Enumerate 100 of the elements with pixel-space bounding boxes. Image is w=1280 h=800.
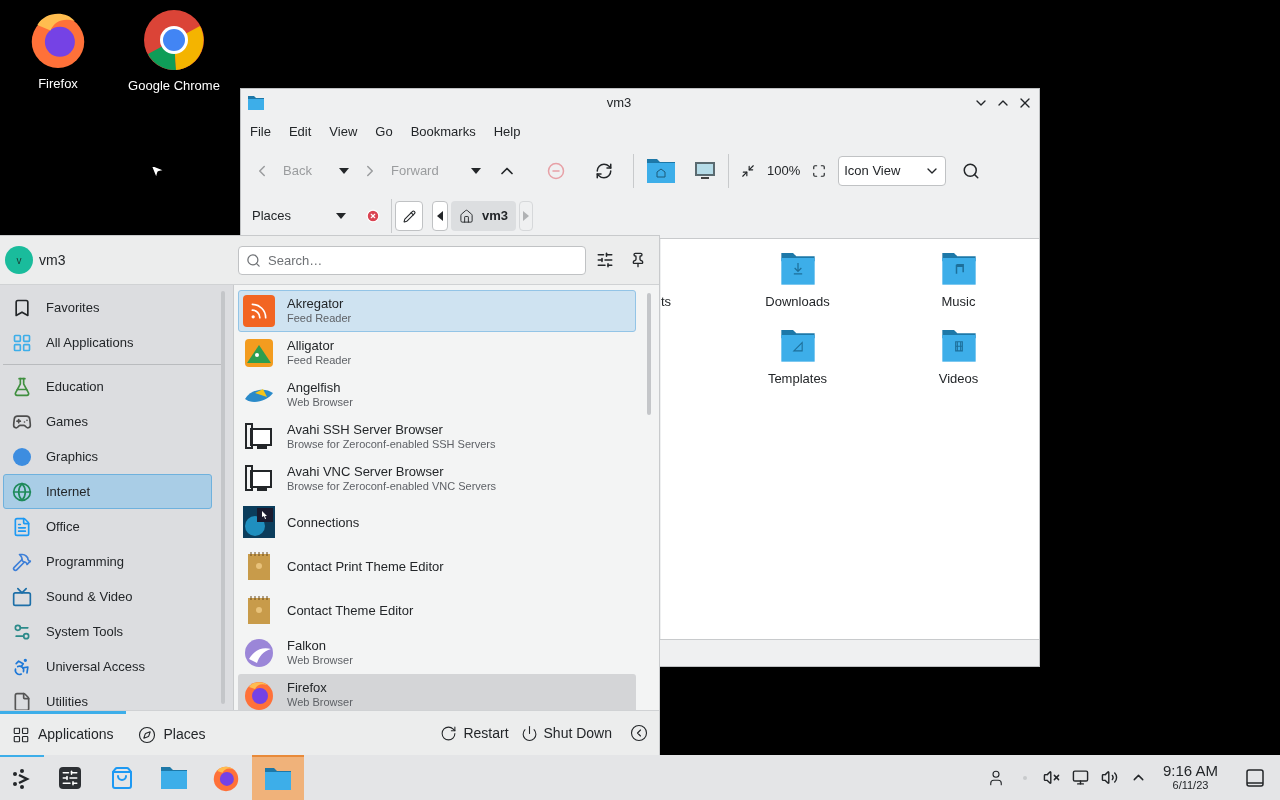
app-description: Web Browser — [287, 395, 353, 410]
folder-icon — [264, 766, 292, 791]
power-icon — [520, 724, 538, 742]
breadcrumb-button[interactable]: vm3 — [451, 201, 517, 231]
pin-icon[interactable] — [630, 252, 646, 268]
browser-icon[interactable] — [142, 8, 206, 72]
volume-icon[interactable] — [1100, 769, 1118, 786]
folder-icon — [247, 94, 265, 111]
muted-speaker-icon[interactable] — [1042, 769, 1060, 786]
clock[interactable]: 9:16 AM 6/11/23 — [1162, 763, 1218, 792]
grid-icon — [12, 332, 32, 353]
scroll-left-button[interactable] — [432, 201, 448, 231]
shut-down-button[interactable]: Shut Down — [514, 722, 618, 744]
app-item[interactable]: Avahi SSH Server Browser Browse for Zeroconf-enabled SSH Servers — [238, 416, 636, 458]
monitor-icon[interactable] — [694, 161, 716, 181]
firefox-icon — [243, 679, 275, 710]
reload-icon[interactable] — [595, 162, 613, 180]
app-description: Browse for Zeroconf-enabled SSH Servers — [287, 437, 496, 452]
bookmark-icon — [12, 297, 32, 318]
app-name: Firefox — [287, 680, 328, 695]
back-icon[interactable] — [630, 724, 648, 742]
menu-item[interactable]: View — [329, 122, 358, 142]
category-item[interactable]: System Tools — [3, 614, 212, 649]
app-item[interactable]: Contact Print Theme Editor — [238, 544, 636, 588]
category-item[interactable]: Education — [3, 369, 212, 404]
app-item[interactable]: Connections — [238, 500, 636, 544]
app-description: Web Browser — [287, 653, 353, 668]
hammer-icon — [12, 551, 32, 572]
menu-item[interactable]: File — [250, 122, 271, 142]
search-field[interactable]: Search… — [238, 245, 586, 275]
restart-button[interactable]: Restart — [434, 722, 515, 744]
app-item[interactable]: Avahi VNC Server Browser Browse for Zeroconf-enabled VNC Servers — [238, 458, 636, 500]
edit-location-button[interactable] — [395, 201, 423, 231]
file-icon — [12, 691, 32, 712]
file-name[interactable]: Music — [941, 292, 976, 312]
configure-icon[interactable] — [596, 251, 614, 269]
network-icon[interactable] — [1071, 769, 1089, 786]
monitor-icon — [12, 586, 32, 607]
category-item[interactable]: Graphics — [3, 439, 212, 474]
show-desktop-icon[interactable] — [1246, 768, 1264, 787]
category-item[interactable]: Office — [3, 509, 212, 544]
search-icon[interactable] — [962, 162, 981, 180]
category-item[interactable]: Favorites — [3, 290, 212, 325]
app-name: Avahi SSH Server Browser — [287, 422, 444, 437]
connections-icon — [243, 506, 275, 538]
scrollbar[interactable] — [647, 293, 651, 415]
category-item[interactable]: Universal Access — [3, 649, 212, 684]
desktop-icon-label: Firefox — [38, 75, 78, 93]
accessibility-icon — [12, 656, 32, 677]
menu-item[interactable]: Bookmarks — [410, 122, 476, 142]
app-item[interactable]: Angelfish Web Browser — [238, 374, 636, 416]
app-item[interactable]: Falkon Web Browser — [238, 632, 636, 674]
panel-title: Places — [252, 207, 293, 226]
app-description: Feed Reader — [287, 311, 352, 326]
caret-icon — [336, 213, 346, 219]
category-item[interactable]: Programming — [3, 544, 212, 579]
app-description: Web Browser — [287, 695, 353, 710]
app-description: Feed Reader — [287, 353, 352, 368]
category-item[interactable]: Sound & Video — [3, 579, 212, 614]
close-panel-icon[interactable] — [366, 209, 380, 223]
file-name[interactable]: Downloads — [765, 292, 830, 312]
app-name: Connections — [287, 514, 360, 530]
app-name: Angelfish — [287, 380, 342, 395]
grid-icon — [12, 725, 30, 744]
app-item[interactable]: Contact Theme Editor — [238, 588, 636, 632]
caret-icon — [437, 211, 443, 221]
file-name[interactable]: ts — [661, 292, 672, 312]
caret-icon — [523, 211, 530, 221]
falkon-icon — [243, 637, 275, 669]
alligator-icon — [243, 337, 275, 369]
category-item[interactable]: Games — [3, 404, 212, 439]
sphere-icon — [12, 446, 32, 467]
compass-icon — [137, 725, 156, 744]
app-item[interactable]: Alligator Feed Reader — [238, 332, 636, 374]
category-item[interactable]: Internet — [3, 474, 212, 509]
app-description: Browse for Zeroconf-enabled VNC Servers — [287, 479, 497, 494]
home-folder-icon[interactable] — [646, 158, 676, 184]
pencil-icon — [402, 209, 416, 223]
file-name[interactable]: Videos — [938, 368, 979, 388]
menu-item[interactable]: Help — [493, 122, 521, 142]
app-item[interactable]: Akregator Feed Reader — [238, 290, 636, 332]
menu-item[interactable]: Go — [375, 122, 393, 142]
caret-icon — [339, 168, 349, 174]
user-avatar[interactable]: v — [5, 246, 33, 274]
bag-icon — [110, 765, 134, 790]
home-icon — [459, 208, 474, 224]
category-item[interactable]: All Applications — [3, 325, 212, 360]
view-mode-dropdown[interactable]: Icon View — [838, 156, 947, 186]
file-name[interactable]: Templates — [767, 368, 828, 388]
zoom-in-icon[interactable] — [812, 164, 827, 178]
zoom-out-icon[interactable] — [741, 164, 755, 178]
restart-icon — [440, 724, 458, 742]
document-icon — [12, 516, 32, 537]
app-item[interactable]: Firefox Web Browser — [238, 674, 636, 710]
app-name: Contact Print Theme Editor — [287, 558, 444, 574]
menu-item[interactable]: Edit — [288, 122, 312, 142]
desktop-icon-label: Google Chrome — [128, 77, 220, 95]
caret-icon — [471, 168, 481, 174]
app-name: Falkon — [287, 638, 328, 653]
rss-icon — [243, 295, 275, 327]
